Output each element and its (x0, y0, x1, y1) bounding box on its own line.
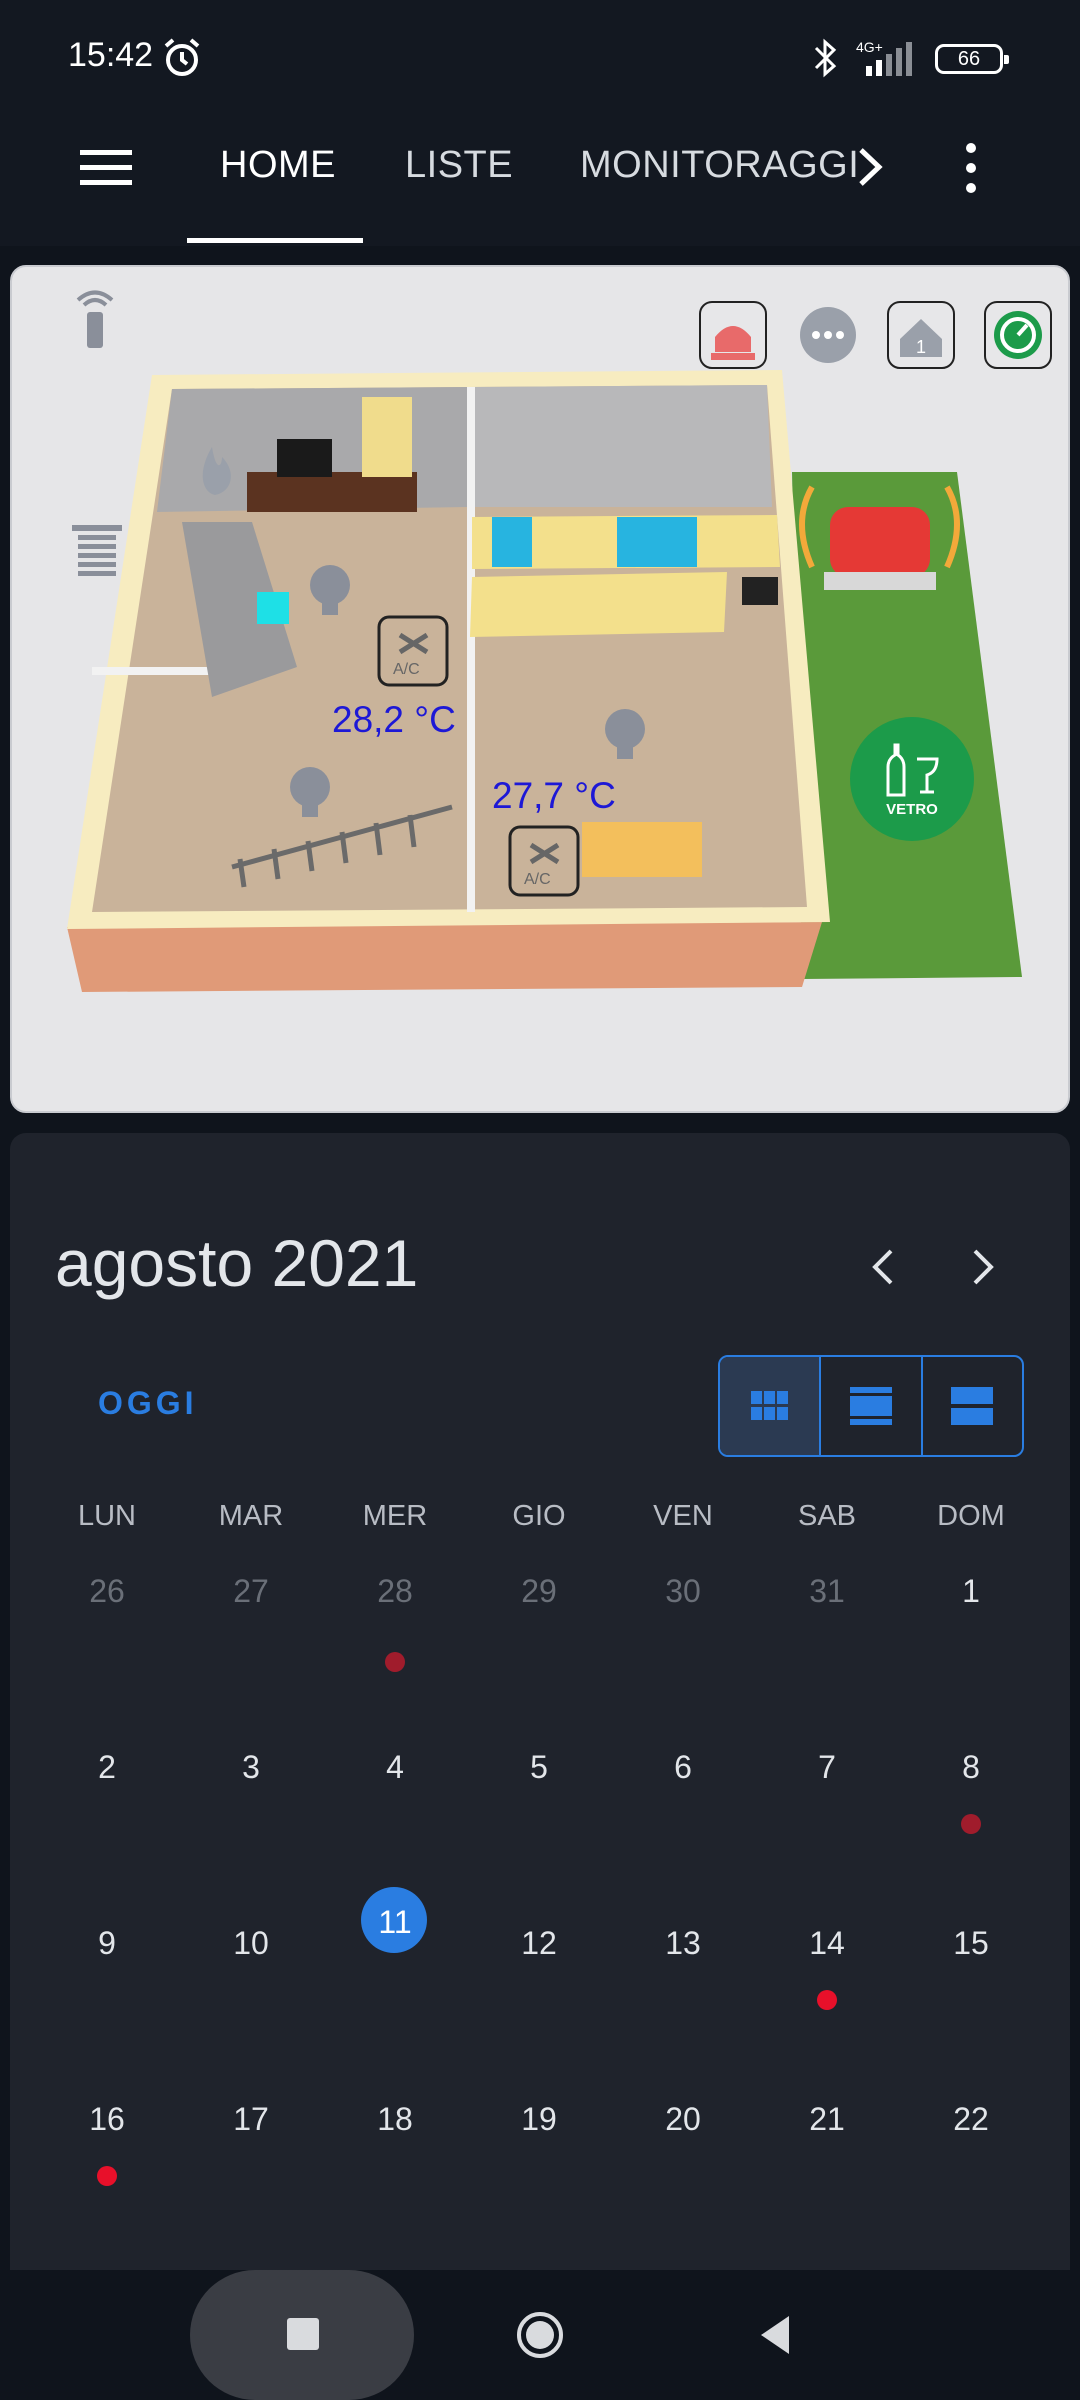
energy-gauge-button[interactable] (984, 301, 1052, 369)
temperature-kitchen: 27,7 °C (492, 775, 616, 816)
calendar-day[interactable]: 28 (323, 1573, 467, 1610)
glass-bin-icon[interactable]: VETRO (850, 717, 974, 841)
house-front-wall (67, 922, 822, 992)
day-view-button[interactable] (920, 1357, 1022, 1455)
alarm-clock-icon (164, 38, 200, 76)
calendar-day[interactable]: 26 (35, 1573, 179, 1610)
week-view-icon (849, 1387, 892, 1425)
weekday-wed: MER (362, 1500, 428, 1532)
weekday-mon: LUN (77, 1500, 136, 1532)
calendar-month-title: agosto 2021 (55, 1226, 419, 1300)
battery-indicator: 66 (935, 44, 1009, 74)
kitchen-island (470, 572, 727, 637)
recents-square-icon[interactable] (287, 2318, 319, 2350)
tv-stand (247, 472, 417, 512)
calendar-day[interactable]: 9 (35, 1925, 179, 1962)
calendar-day[interactable]: 19 (467, 2101, 611, 2138)
event-dot (817, 1990, 837, 2010)
weekday-sun: DOM (937, 1500, 1005, 1532)
calendar-day[interactable]: 1 (899, 1573, 1043, 1610)
calendar-day[interactable]: 15 (899, 1925, 1043, 1962)
floorplan-card: A/C A/C VETRO 1 28,2 °C 27,7 °C (10, 265, 1070, 1113)
calendar-day[interactable]: 18 (323, 2101, 467, 2138)
week-view-button[interactable] (819, 1357, 920, 1455)
calendar-day[interactable]: 10 (179, 1925, 323, 1962)
tab-monitoraggi[interactable]: MONITORAGGI (580, 144, 859, 187)
calendar-day[interactable]: 3 (179, 1749, 323, 1786)
active-tab-indicator (187, 238, 363, 243)
today-button[interactable]: OGGI (98, 1385, 198, 1422)
remote-control-icon[interactable] (76, 290, 114, 349)
calendar-day[interactable]: 4 (323, 1749, 467, 1786)
chevron-left-icon[interactable] (865, 1245, 901, 1289)
calendar-day[interactable]: 13 (611, 1925, 755, 1962)
calendar-day-selected[interactable]: 11 (323, 1904, 467, 1941)
floorplan-picture: A/C A/C VETRO 1 (67, 290, 1052, 992)
kitchen-cabinet (617, 517, 697, 567)
calendar-day[interactable]: 16 (35, 2101, 179, 2138)
calendar-day[interactable]: 29 (467, 1573, 611, 1610)
network-type-label: 4G+ (856, 39, 883, 55)
dining-table (582, 822, 702, 877)
calendar-day[interactable]: 31 (755, 1573, 899, 1610)
temperature-living: 28,2 °C (332, 699, 456, 740)
cabinet (362, 397, 412, 477)
weekday-tue: MAR (218, 1500, 284, 1532)
home-floor-1-button[interactable]: 1 (887, 301, 955, 369)
ac-label: A/C (393, 661, 420, 678)
month-view-button[interactable] (720, 1357, 820, 1455)
calendar-day[interactable]: 12 (467, 1925, 611, 1962)
calendar-day[interactable]: 30 (611, 1573, 755, 1610)
tab-home[interactable]: HOME (220, 144, 336, 187)
back-triangle-icon[interactable] (755, 2312, 795, 2358)
calendar-day[interactable]: 5 (467, 1749, 611, 1786)
calendar-day[interactable]: 17 (179, 2101, 323, 2138)
calendar-day[interactable]: 7 (755, 1749, 899, 1786)
status-clock: 15:42 (68, 36, 154, 74)
calendar-day[interactable]: 20 (611, 2101, 755, 2138)
calendar-day[interactable]: 27 (179, 1573, 323, 1610)
bluetooth-icon (814, 38, 837, 78)
svg-text:1: 1 (916, 337, 926, 357)
calendar-day[interactable]: 8 (899, 1749, 1043, 1786)
calendar-day[interactable]: 22 (899, 2101, 1043, 2138)
hamburger-menu-icon[interactable] (78, 146, 134, 190)
wall-bathroom (467, 385, 772, 507)
alarm-siren-button[interactable] (699, 301, 767, 369)
glass-bin-label: VETRO (886, 801, 938, 818)
calendar-day[interactable]: 14 (755, 1925, 899, 1962)
calendar-day[interactable]: 2 (35, 1749, 179, 1786)
weekday-sat: SAB (797, 1500, 857, 1532)
event-dot (385, 1652, 405, 1672)
app-bar (0, 88, 1080, 246)
calendar-day[interactable]: 6 (611, 1749, 755, 1786)
day-view-icon (951, 1387, 994, 1425)
overflow-menu-icon[interactable] (956, 140, 986, 196)
tab-liste[interactable]: LISTE (405, 144, 513, 187)
event-dot (97, 2166, 117, 2186)
chevron-right-icon[interactable] (965, 1245, 1001, 1289)
tv (277, 439, 332, 477)
calendar-day[interactable]: 21 (755, 2101, 899, 2138)
ac-label: A/C (524, 871, 551, 888)
more-options-button[interactable] (800, 307, 856, 363)
shutter-icon[interactable] (72, 525, 122, 576)
weekday-thu: GIO (512, 1500, 566, 1532)
microwave (742, 577, 778, 605)
calendar-view-toggle (718, 1355, 1024, 1457)
event-dot (961, 1814, 981, 1834)
home-circle-icon[interactable] (515, 2310, 565, 2360)
grid-view-icon (750, 1391, 788, 1420)
partition-wall (467, 387, 475, 912)
cellular-signal-icon: 4G+ (856, 39, 912, 76)
cushion (257, 592, 289, 624)
kitchen-cabinet (492, 517, 532, 567)
chevron-right-icon[interactable] (855, 144, 885, 190)
weekday-fri: VEN (653, 1500, 713, 1532)
